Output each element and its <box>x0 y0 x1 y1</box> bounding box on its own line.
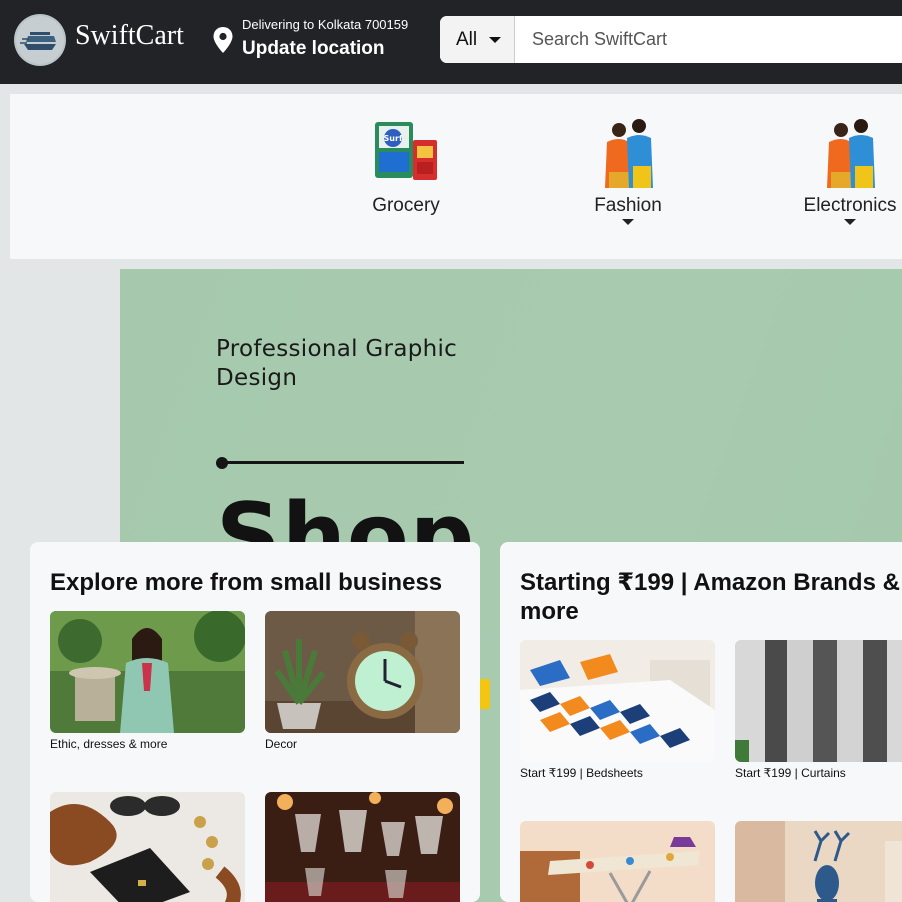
search-category-label: All <box>456 29 478 50</box>
curtain-image <box>735 640 902 762</box>
delivery-address: Delivering to Kolkata 700159 <box>242 17 409 32</box>
svg-text:Surf: Surf <box>384 134 403 143</box>
grocery-products-icon: Surf <box>375 122 437 180</box>
update-location-link[interactable]: Update location <box>242 38 385 60</box>
tile-home-decor[interactable] <box>735 821 902 902</box>
category-grocery[interactable]: Surf Grocery <box>336 94 476 259</box>
tile-curtains[interactable]: Start ₹199 | Curtains <box>735 640 902 790</box>
card-title: Starting ₹199 | Amazon Brands & more <box>520 568 900 626</box>
category-label: Electronics <box>803 195 897 216</box>
category-fashion[interactable]: Fashion <box>558 94 698 259</box>
tile-accessories[interactable] <box>50 792 245 902</box>
chevron-down-icon[interactable] <box>622 219 634 225</box>
hero-tagline: Professional Graphic Design <box>216 335 576 393</box>
tile-glassware[interactable] <box>265 792 460 902</box>
logo-icon[interactable] <box>14 14 66 66</box>
card-title-line1: Starting ₹199 | Amazon Brands & <box>520 569 900 596</box>
tile-bedsheets[interactable]: Start ₹199 | Bedsheets <box>520 640 715 790</box>
card-title: Explore more from small business <box>50 569 443 596</box>
chevron-down-icon <box>489 37 501 43</box>
category-label: Fashion <box>594 195 662 216</box>
deer-decor-image <box>735 821 902 902</box>
tile-caption: Start ₹199 | Curtains <box>735 766 846 780</box>
search-bar: All <box>440 16 902 63</box>
category-label: Grocery <box>372 195 440 216</box>
fashion-couple-icon <box>605 119 653 188</box>
tile-ironing-board[interactable] <box>520 821 715 902</box>
tile-ethnic-dresses[interactable]: Ethic, dresses & more <box>50 611 245 761</box>
amazon-brands-card: Starting ₹199 | Amazon Brands & more Sta… <box>500 542 902 902</box>
hero-tagline-line2: Design <box>216 365 298 391</box>
category-strip: Surf Grocery Fashion Electronics <box>10 94 902 259</box>
category-electronics[interactable]: Electronics <box>780 94 902 259</box>
ironing-board-image <box>520 821 715 902</box>
glassware-image <box>265 792 460 902</box>
brand-name[interactable]: SwiftCart <box>75 20 184 52</box>
chevron-down-icon[interactable] <box>844 219 856 225</box>
tile-caption: Start ₹199 | Bedsheets <box>520 766 643 780</box>
hero-divider <box>220 461 464 464</box>
hero-tagline-line1: Professional Graphic <box>216 336 458 362</box>
bedsheet-image <box>520 640 715 762</box>
small-business-card: Explore more from small business Ethic, … <box>30 542 480 902</box>
ethnic-dress-image <box>50 611 245 733</box>
location-pin-icon[interactable] <box>212 26 234 54</box>
search-input[interactable] <box>516 16 902 63</box>
tile-decor[interactable]: Decor <box>265 611 460 761</box>
accessories-image <box>50 792 245 902</box>
tile-caption: Decor <box>265 737 298 751</box>
fashion-couple-icon <box>827 119 875 188</box>
card-title-line2: more <box>520 598 579 625</box>
top-header: SwiftCart Delivering to Kolkata 700159 U… <box>0 0 902 84</box>
decor-clock-image <box>265 611 460 733</box>
search-category-select[interactable]: All <box>440 16 515 63</box>
tile-caption: Ethic, dresses & more <box>50 737 168 751</box>
